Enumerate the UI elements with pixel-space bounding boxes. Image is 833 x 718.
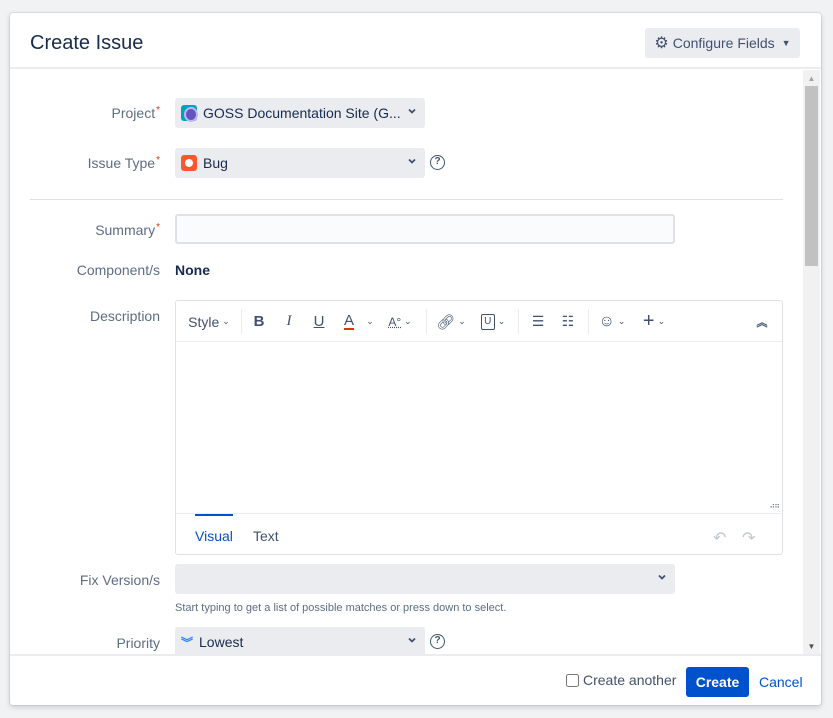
priority-select[interactable]: ︾ Lowest [175,627,425,654]
resize-grip-icon[interactable]: ⠴⠶ [769,501,780,510]
chevron-down-icon: ⌄ [404,316,412,326]
editor-mode-bar: Visual Text ↶ ↷ [176,513,782,555]
more-formatting-icon: A° [388,314,402,329]
emoji-icon: ☺ [598,312,615,330]
style-dropdown[interactable]: Style ⌄ [184,301,234,342]
summary-row: Summary* [10,214,806,244]
redo-icon[interactable]: ↷ [742,528,755,548]
plus-icon: + [642,310,655,332]
configure-fields-button[interactable]: ⚙ Configure Fields ▼ [645,28,800,58]
tab-visual[interactable]: Visual [195,514,233,544]
chevron-down-icon [408,108,416,114]
project-row: Project* GOSS Documentation Site (G... [10,98,806,128]
underline-button[interactable]: U [308,301,330,342]
issue-type-label: Issue Type* [87,155,160,171]
text-color-icon: A [343,311,354,330]
chevron-down-icon: ⌄ [497,316,506,326]
priority-lowest-icon: ︾ [181,635,194,650]
create-issue-dialog: Create Issue ⚙ Configure Fields ▼ Projec… [10,13,821,705]
priority-row: Priority ︾ Lowest ? [10,627,806,654]
chevron-down-icon: ⌄ [222,316,230,326]
dialog-title: Create Issue [30,32,144,54]
scrollbar[interactable]: ▲ ▼ [803,70,820,654]
italic-icon: I [286,313,292,329]
project-value: GOSS Documentation Site (G... [203,105,401,121]
italic-button[interactable]: I [278,301,300,342]
description-editor: Style⌄ B I U A ⌄ A°⌄ 🔗︎⌄ U⌄ ☰ ☷ ☺⌄ [175,300,783,555]
dialog-footer: Create another Create Cancel [10,654,821,705]
attachment-button[interactable]: U ⌄ [476,301,510,342]
description-textarea[interactable]: ⠴⠶ [176,342,782,513]
section-divider [30,199,783,200]
chevron-down-icon: ⌄ [657,316,666,326]
numbered-list-icon: ☷ [561,313,575,329]
chevron-down-icon: ⌄ [366,316,374,326]
editor-toolbar: Style⌄ B I U A ⌄ A°⌄ 🔗︎⌄ U⌄ ☰ ☷ ☺⌄ [176,301,782,342]
fix-versions-hint: Start typing to get a list of possible m… [175,602,507,614]
summary-label: Summary* [95,222,160,238]
numbered-list-button[interactable]: ☷ [556,301,580,342]
bold-icon: B [253,313,265,330]
issue-type-value: Bug [203,155,228,171]
scroll-down-icon[interactable]: ▼ [803,640,820,654]
bullet-list-button[interactable]: ☰ [526,301,550,342]
collapse-toolbar-button[interactable]: ︽ [751,301,773,342]
chevron-down-icon [658,574,666,580]
scrollbar-thumb[interactable] [805,86,818,266]
text-color-button[interactable]: A [338,301,360,342]
issue-type-select[interactable]: Bug [175,148,425,178]
components-label: Component/s [76,262,160,278]
toolbar-separator [518,309,519,334]
description-row: Description Style ⌄ B I U A ⌄ A° ⌄ 🔗︎ ⌄ U ⌄ … [10,300,806,560]
create-another-label: Create another [583,672,677,688]
summary-input[interactable] [175,214,675,244]
gear-icon: ⚙ [654,35,669,52]
configure-fields-label: Configure Fields [672,35,775,51]
fix-versions-select[interactable] [175,564,675,594]
components-value[interactable]: None [175,262,210,278]
fix-versions-row: Fix Version/s Start typing to get a list… [10,564,806,614]
chevron-down-icon: ⌄ [458,316,466,326]
toolbar-separator [241,309,242,334]
components-row: Component/s None [10,260,806,280]
link-button[interactable]: 🔗︎ ⌄ [434,301,468,342]
scroll-up-icon[interactable]: ▲ [803,72,820,86]
chevron-down-icon [408,637,416,643]
dialog-body: Project* GOSS Documentation Site (G... I… [10,70,806,654]
more-formatting-button[interactable]: A° ⌄ [384,301,416,342]
toolbar-separator [426,309,427,334]
help-icon[interactable]: ? [430,634,445,649]
toolbar-separator [588,309,589,334]
underline-icon: U [313,313,325,330]
chevron-down-icon: ⌄ [617,316,626,326]
caret-down-icon: ▼ [781,38,791,48]
chevron-down-icon [408,158,416,164]
dialog-header: Create Issue ⚙ Configure Fields ▼ [10,13,821,69]
bullet-list-icon: ☰ [531,313,545,329]
insert-more-button[interactable]: + ⌄ [638,301,670,342]
create-another-checkbox[interactable]: Create another [566,672,676,688]
bold-button[interactable]: B [248,301,270,342]
create-button[interactable]: Create [686,667,749,697]
tab-text[interactable]: Text [253,514,279,544]
create-another-input[interactable] [566,673,579,687]
fix-versions-label: Fix Version/s [79,572,160,588]
priority-value: Lowest [199,634,244,650]
project-label: Project* [111,105,160,121]
undo-icon[interactable]: ↶ [713,528,726,548]
double-chevron-up-icon: ︽ [756,316,768,329]
project-select[interactable]: GOSS Documentation Site (G... [175,98,425,128]
issue-type-row: Issue Type* Bug ? [10,148,806,178]
emoji-button[interactable]: ☺ ⌄ [596,301,628,342]
priority-label: Priority [116,635,160,651]
text-color-dropdown[interactable]: ⌄ [363,301,377,342]
help-icon[interactable]: ? [430,155,445,170]
attachment-icon: U [480,313,495,330]
link-icon: 🔗︎ [436,313,456,331]
cancel-link[interactable]: Cancel [759,674,803,690]
project-avatar-icon [181,105,198,122]
description-label: Description [89,308,160,324]
bug-icon [181,155,197,171]
